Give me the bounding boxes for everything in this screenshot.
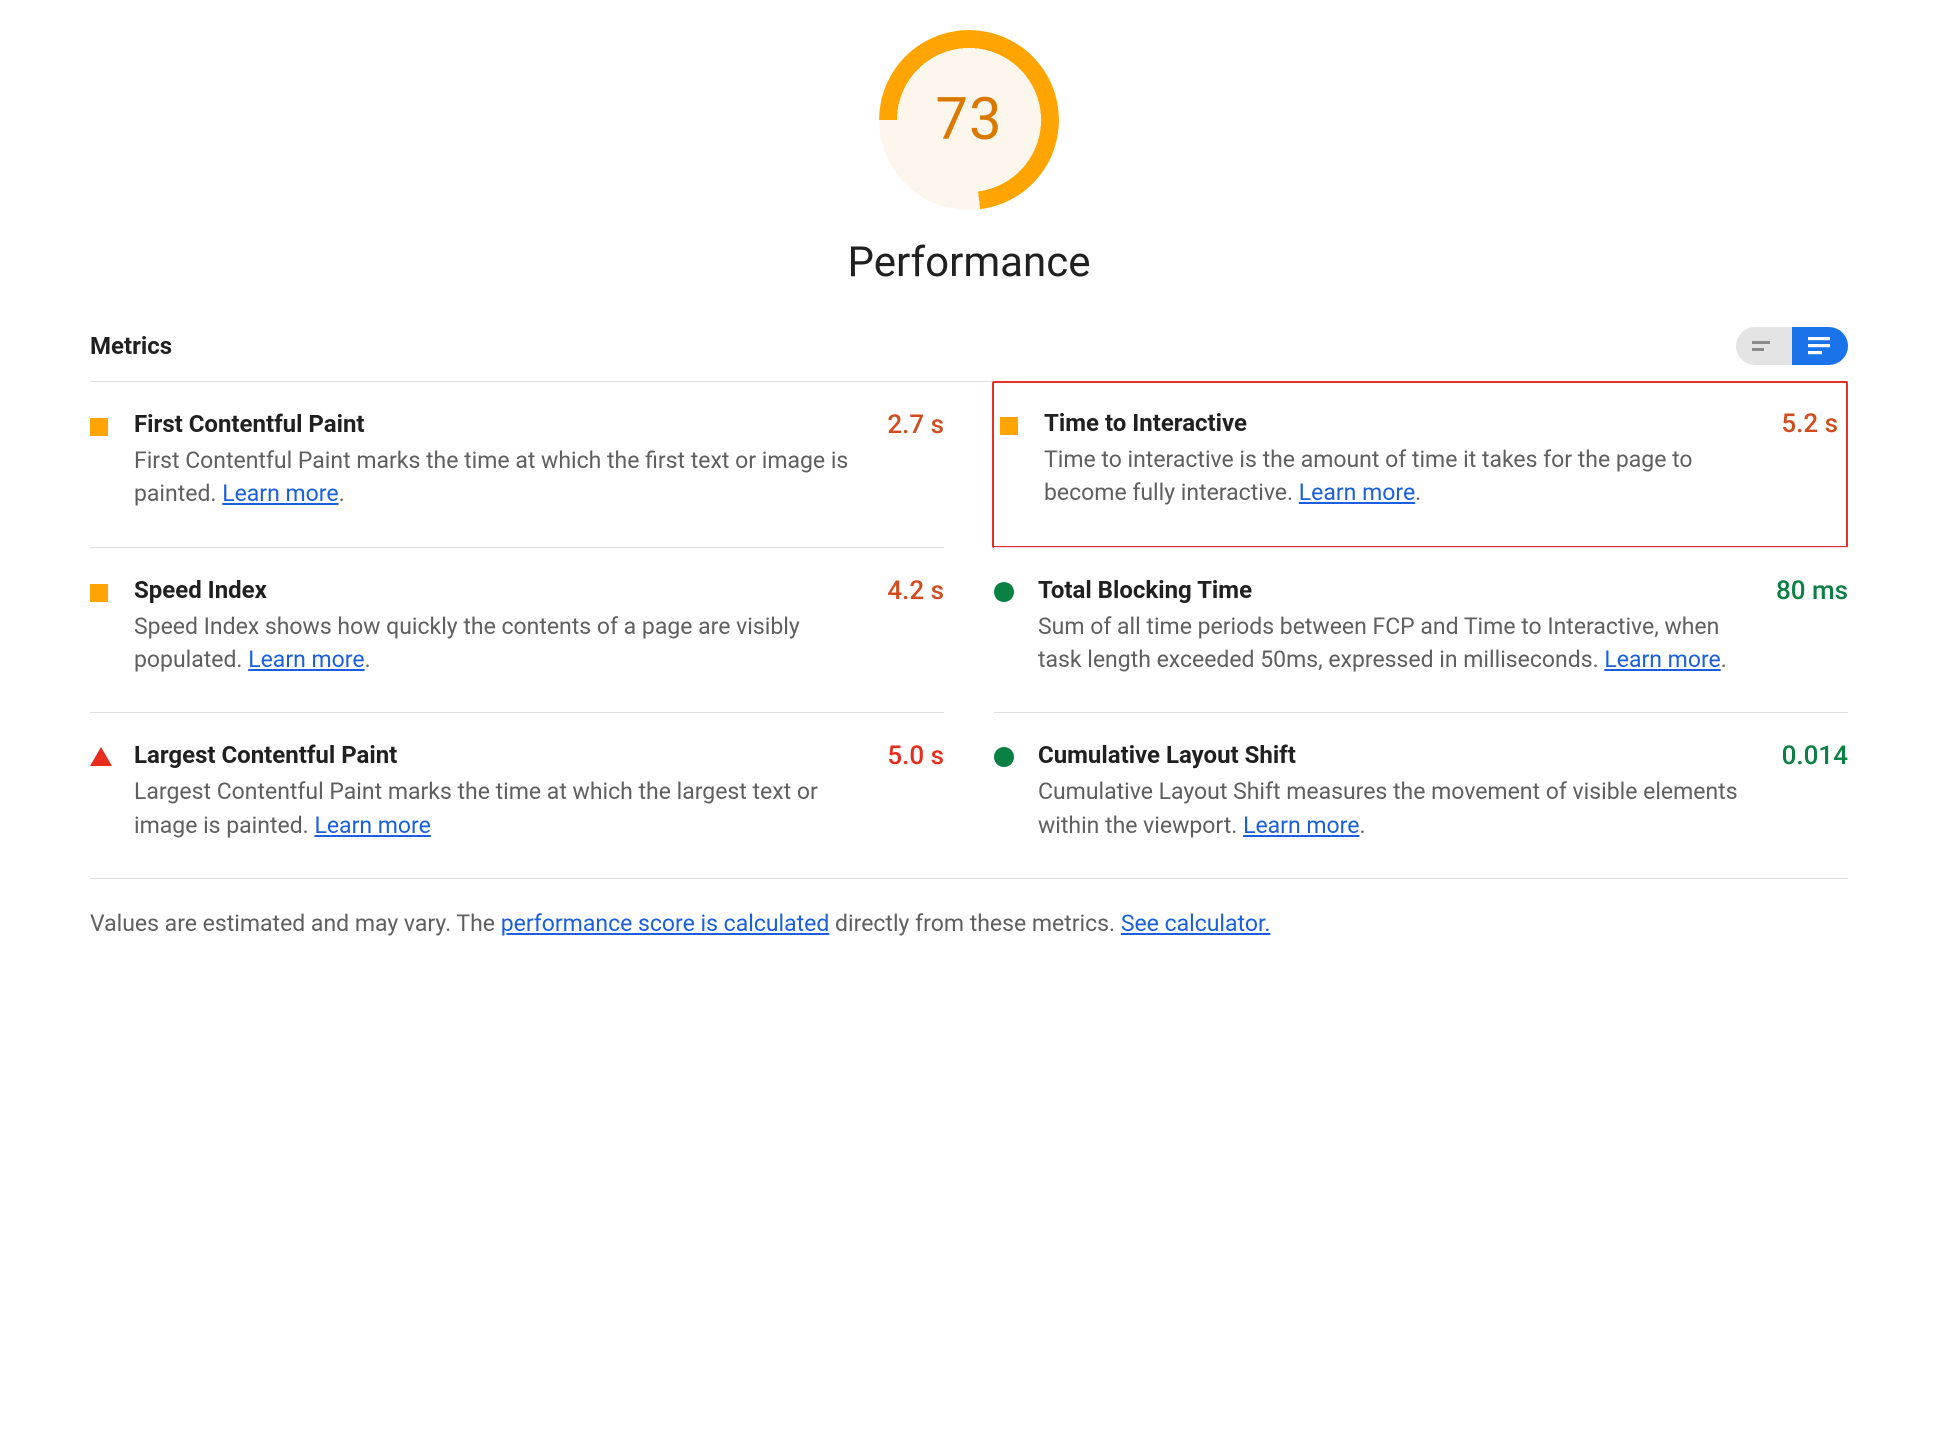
metric-cls: Cumulative Layout Shift Cumulative Layou… — [994, 712, 1848, 878]
see-calculator-link[interactable]: See calculator. — [1121, 910, 1271, 937]
learn-more-link[interactable]: Learn more — [248, 646, 364, 673]
metric-description: First Contentful Paint marks the time at… — [134, 444, 867, 511]
gauge-ring: 73 — [879, 30, 1059, 210]
performance-score-link[interactable]: performance score is calculated — [501, 910, 830, 937]
square-icon — [90, 580, 112, 602]
circle-icon — [994, 745, 1016, 767]
metric-value: 80 ms — [1776, 576, 1848, 606]
performance-gauge: 73 Performance — [90, 30, 1848, 287]
view-toggle-expanded[interactable] — [1792, 327, 1848, 365]
metric-name: Largest Contentful Paint — [134, 741, 867, 769]
metric-value: 2.7 s — [887, 410, 944, 440]
triangle-icon — [90, 745, 112, 767]
learn-more-link[interactable]: Learn more — [1243, 812, 1359, 839]
metric-lcp: Largest Contentful Paint Largest Content… — [90, 712, 944, 878]
metrics-grid: First Contentful Paint First Contentful … — [90, 382, 1848, 879]
metric-description: Speed Index shows how quickly the conten… — [134, 610, 867, 677]
footnote: Values are estimated and may vary. The p… — [90, 907, 1848, 942]
metric-name: Speed Index — [134, 576, 867, 604]
metric-value: 5.2 s — [1781, 409, 1838, 439]
gauge-score: 73 — [879, 30, 1059, 210]
square-icon — [90, 414, 112, 436]
metric-tbt: Total Blocking Time Sum of all time peri… — [994, 547, 1848, 713]
collapsed-lines-icon — [1752, 339, 1776, 353]
metric-name: Cumulative Layout Shift — [1038, 741, 1762, 769]
metric-description: Time to interactive is the amount of tim… — [1044, 443, 1761, 510]
metric-description: Largest Contentful Paint marks the time … — [134, 775, 867, 842]
learn-more-link[interactable]: Learn more — [314, 812, 430, 839]
metrics-heading: Metrics — [90, 332, 172, 360]
metric-description: Sum of all time periods between FCP and … — [1038, 610, 1756, 677]
metric-value: 0.014 — [1782, 741, 1848, 771]
learn-more-link[interactable]: Learn more — [1299, 479, 1415, 506]
metric-name: Total Blocking Time — [1038, 576, 1756, 604]
metric-name: Time to Interactive — [1044, 409, 1761, 437]
square-icon — [1000, 413, 1022, 435]
metric-speed-index: Speed Index Speed Index shows how quickl… — [90, 547, 944, 713]
metric-description: Cumulative Layout Shift measures the mov… — [1038, 775, 1762, 842]
view-toggle-collapsed[interactable] — [1736, 327, 1792, 365]
learn-more-link[interactable]: Learn more — [222, 480, 338, 507]
circle-icon — [994, 580, 1016, 602]
metric-fcp: First Contentful Paint First Contentful … — [90, 382, 944, 547]
learn-more-link[interactable]: Learn more — [1604, 646, 1720, 673]
metric-name: First Contentful Paint — [134, 410, 867, 438]
metric-value: 5.0 s — [887, 741, 944, 771]
expanded-lines-icon — [1808, 337, 1832, 355]
view-toggle — [1736, 327, 1848, 365]
metric-value: 4.2 s — [887, 576, 944, 606]
gauge-title: Performance — [848, 238, 1091, 287]
metric-tti: Time to Interactive Time to interactive … — [992, 381, 1848, 548]
